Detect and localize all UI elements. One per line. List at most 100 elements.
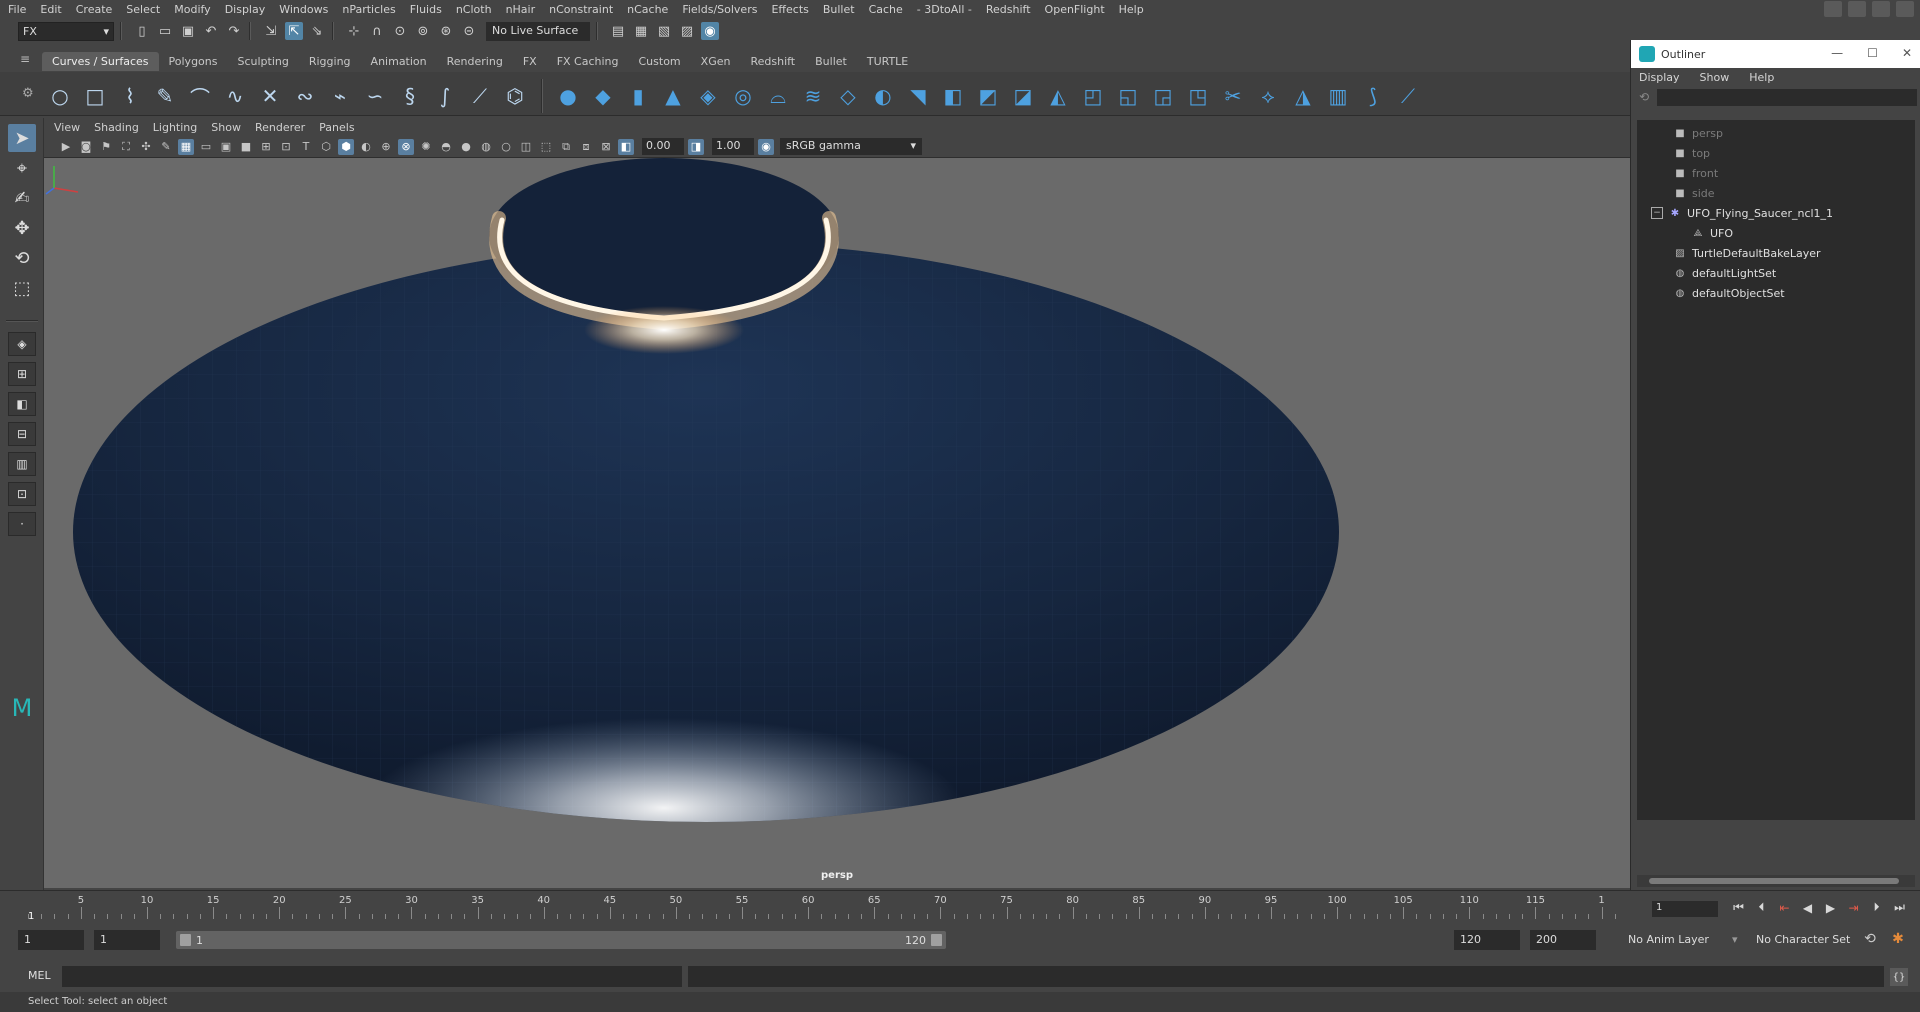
viewport-menu-show[interactable]: Show [211,121,241,134]
snap-surface-icon[interactable]: ⊛ [437,22,455,40]
resolution-gate-icon[interactable]: ▣ [218,139,234,155]
shelf-tab-rigging[interactable]: Rigging [299,52,361,71]
outliner-item-persp[interactable]: ■ persp [1673,124,1723,142]
shelf-tab-animation[interactable]: Animation [361,52,437,71]
minimize-icon[interactable]: — [1831,46,1843,60]
outliner-item-ufo-group[interactable]: − ✱ UFO_Flying_Saucer_ncl1_1 [1651,204,1833,222]
new-scene-icon[interactable]: ▯ [133,22,151,40]
time-slider[interactable]: 5 10 15 20 25 30 35 40 45 50 55 60 65 70 75 80 85 90 95 100… [0,890,1920,922]
menu-fluids[interactable]: Fluids [410,3,442,16]
wireframe-on-shaded-icon[interactable]: ⊕ [378,139,394,155]
menu-display[interactable]: Display [225,3,266,16]
shelf-tab-curves-surfaces[interactable]: Curves / Surfaces [42,52,159,71]
range-start-handle[interactable] [180,934,191,946]
screen-space-ao-icon[interactable]: ● [458,139,474,155]
safe-action-icon[interactable]: ⊡ [278,139,294,155]
intersect-surface-icon[interactable]: ◭ [1045,82,1071,110]
grease-pencil-icon[interactable]: ✎ [158,139,174,155]
outliner-horizontal-scrollbar[interactable] [1637,875,1915,887]
xray-joints-icon[interactable]: ⧈ [578,139,594,155]
viewport-menu-renderer[interactable]: Renderer [255,121,305,134]
close-icon[interactable]: ✕ [1902,46,1912,60]
nurbs-plane-icon[interactable]: ◈ [695,82,721,110]
workspace-icon[interactable] [1824,1,1842,17]
gamma-field[interactable]: 1.00 [712,138,754,155]
exposure-field[interactable]: 0.00 [642,138,684,155]
image-plane-icon[interactable]: ⛶ [118,139,134,155]
view-transform-dropdown[interactable]: sRGB gamma ▾ [780,138,922,155]
shelf-tab-redshift[interactable]: Redshift [740,52,805,71]
search-options-icon[interactable]: ⟲ [1639,90,1649,104]
side-by-side-layout-icon[interactable]: ◧ [8,392,36,416]
viewport-menu-shading[interactable]: Shading [94,121,139,134]
smooth-shade-icon[interactable]: ⬢ [338,138,354,155]
save-scene-icon[interactable]: ▣ [179,22,197,40]
camera-attributes-icon[interactable]: ◙ [78,139,94,155]
field-chart-icon[interactable]: ⊞ [258,139,274,155]
layout-icon[interactable] [1848,1,1866,17]
outliner-menu-help[interactable]: Help [1749,71,1774,84]
birail-icon[interactable]: ◥ [905,82,931,110]
outliner-layout-icon[interactable]: ▥ [8,452,36,476]
menu-openflight[interactable]: OpenFlight [1045,3,1105,16]
two-d-pan-icon[interactable]: ✣ [138,139,154,155]
viewport-menu-lighting[interactable]: Lighting [153,121,197,134]
color-management-icon[interactable]: ◉ [758,138,774,155]
script-language-toggle[interactable]: MEL [28,969,51,982]
trim-tool-icon[interactable]: ◱ [1115,82,1141,110]
viewport-menu-view[interactable]: View [54,121,80,134]
outliner-item-default-light-set[interactable]: ◍ defaultLightSet [1673,264,1777,282]
menu-bullet[interactable]: Bullet [823,3,855,16]
camera-select-icon[interactable]: ▶ [58,139,74,155]
open-scene-icon[interactable]: ▭ [156,22,174,40]
attach-surface-icon[interactable]: ◳ [1185,82,1211,110]
bezier-curve-icon[interactable]: ⌒ [187,82,213,110]
hypershade-icon[interactable]: ◉ [701,22,719,40]
outliner-item-side[interactable]: ■ side [1673,184,1714,202]
snap-live-icon[interactable]: ⊝ [460,22,478,40]
revolve-icon[interactable]: ⌓ [765,82,791,110]
render-settings-icon[interactable]: ▤ [609,22,627,40]
lasso-tool-icon[interactable]: ⌖ [8,154,36,182]
stacked-layout-icon[interactable]: ⊟ [8,422,36,446]
step-forward-icon[interactable]: ⏵ [1868,899,1885,916]
outliner-menu-show[interactable]: Show [1700,71,1730,84]
multisample-aa-icon[interactable]: ○ [498,139,514,155]
viewport-persp[interactable]: persp [44,158,1630,888]
playback-start-field[interactable]: 1 [94,930,160,950]
viewport-menu-panels[interactable]: Panels [319,121,354,134]
bookmark-icon[interactable]: ⚑ [98,139,114,155]
shelf-tab-sculpting[interactable]: Sculpting [227,52,298,71]
shelf-tab-fx-caching[interactable]: FX Caching [547,52,629,71]
boundary-icon[interactable]: ◧ [940,82,966,110]
shelf-tab-fx[interactable]: FX [513,52,547,71]
xray-icon[interactable]: ⧉ [558,139,574,155]
playback-end-field[interactable]: 120 [1454,930,1520,950]
step-back-icon[interactable]: ⏴ [1753,899,1770,916]
nurbs-cube-icon[interactable]: ◆ [590,82,616,110]
undo-icon[interactable]: ↶ [202,22,220,40]
animation-start-field[interactable]: 1 [18,930,84,950]
nurbs-square-icon[interactable]: □ [82,82,108,110]
curve-intersect-icon[interactable]: ✕ [257,82,283,110]
menu-help[interactable]: Help [1119,3,1144,16]
panel-icon[interactable] [1872,1,1890,17]
menu-select[interactable]: Select [126,3,160,16]
nurbs-cone-icon[interactable]: ▲ [660,82,686,110]
more-layouts-icon[interactable]: · [8,512,36,536]
ep-curve-icon[interactable]: ⌇ [117,82,143,110]
go-to-start-icon[interactable]: ⏮ [1730,899,1747,916]
animation-end-field[interactable]: 200 [1530,930,1596,950]
film-gate-icon[interactable]: ▭ [198,139,214,155]
arc-icon[interactable]: ∿ [222,82,248,110]
current-frame-field[interactable]: 1 [1652,901,1718,917]
menu-ncloth[interactable]: nCloth [456,3,492,16]
stitch-icon[interactable]: ⟋ [1395,82,1421,110]
command-input[interactable] [62,966,682,987]
outliner-item-turtle-bake-layer[interactable]: ▨ TurtleDefaultBakeLayer [1673,244,1820,262]
anim-layer-selector[interactable]: No Anim Layer [1628,933,1709,946]
sculpt-geometry-icon[interactable]: ⟆ [1360,82,1386,110]
safe-title-icon[interactable]: T [298,139,314,155]
grid-icon[interactable]: ▦ [178,138,194,155]
loft-icon[interactable]: ≋ [800,82,826,110]
